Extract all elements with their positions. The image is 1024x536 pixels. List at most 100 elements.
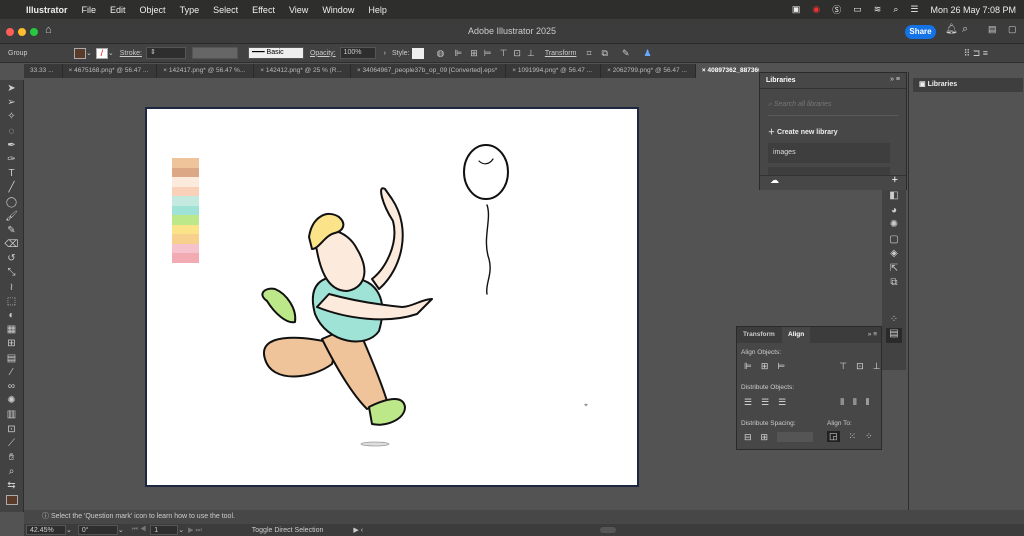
ellipse-tool-icon[interactable]: ◯ — [6, 196, 17, 210]
align-to-artboard-icon[interactable]: ⁘ — [865, 431, 873, 442]
panel-menu-icon[interactable]: » ≡ — [868, 331, 877, 338]
chevron-down-icon[interactable]: ⌄ — [178, 526, 184, 534]
panel-toggle-icon[interactable]: ▢ — [1008, 24, 1017, 35]
menu-type[interactable]: Type — [180, 5, 200, 15]
libraries-tab[interactable]: Libraries — [760, 73, 802, 89]
slice-tool-icon[interactable]: ⟋ — [8, 437, 15, 451]
notification-icon[interactable]: 🔔︎ — [945, 24, 958, 35]
export-panel-icon[interactable]: ⇱ — [890, 263, 898, 278]
character-illustration[interactable]: ⌖ — [147, 109, 637, 485]
horizontal-align-right-icon[interactable]: ⊨ — [777, 361, 785, 372]
record-icon[interactable]: ◉ — [812, 4, 820, 15]
tab-transform[interactable]: Transform — [737, 327, 781, 343]
document-tab[interactable]: 33.33 ... — [24, 64, 63, 78]
zoom-tool-icon[interactable]: ⌕ — [9, 465, 15, 479]
align-left-icon[interactable]: ⊫ — [454, 48, 462, 59]
menu-app[interactable]: Illustrator — [26, 5, 68, 15]
library-item[interactable] — [768, 167, 890, 175]
fill-swatch[interactable] — [74, 47, 86, 59]
chevron-down-icon[interactable]: ⌄ — [66, 526, 72, 534]
artboard-nav-next[interactable]: ▶ ⏭ — [188, 526, 202, 535]
distribute-vcenter-icon[interactable]: ☰ — [761, 397, 769, 408]
pen-tool-icon[interactable]: ✒ — [7, 139, 15, 153]
align-to-selection-icon[interactable]: ⁙ — [849, 431, 857, 442]
gradient-tool-icon[interactable]: ▤ — [7, 352, 16, 366]
s-app-icon[interactable]: Ⓢ — [832, 3, 841, 16]
rotate-tool-icon[interactable]: ↺ — [7, 252, 15, 266]
menu-edit[interactable]: Edit — [110, 5, 126, 15]
isolate-icon[interactable]: ⌗ — [586, 48, 591, 59]
align-panel-icon[interactable]: ▤ — [886, 328, 902, 343]
direct-selection-tool-icon[interactable]: ➢ — [7, 96, 15, 110]
libraries-dock-button[interactable]: ▣ Libraries — [913, 78, 1023, 92]
vertical-align-center-icon[interactable]: ⊡ — [856, 361, 864, 372]
arrange-icon[interactable]: ⧉ — [602, 48, 608, 59]
curvature-tool-icon[interactable]: ✑ — [7, 153, 15, 167]
library-item[interactable]: images — [768, 143, 890, 163]
menu-help[interactable]: Help — [368, 5, 387, 15]
transform-link[interactable]: Transform — [545, 50, 577, 57]
spacing-input[interactable] — [777, 432, 814, 442]
status-app-icon[interactable]: ▣ — [792, 4, 801, 15]
distribute-right-icon[interactable]: ⫴ — [866, 397, 870, 408]
variable-width-profile[interactable] — [191, 47, 238, 59]
chevron-down-icon[interactable]: ⌄ — [108, 49, 114, 57]
rotation-input[interactable]: 0° — [77, 525, 118, 535]
vertical-distribute-space-icon[interactable]: ⊟ — [744, 432, 752, 443]
brush-definition[interactable]: ━━━ Basic — [247, 47, 304, 59]
shaper-tool-icon[interactable]: ✎ — [7, 224, 15, 238]
align-center-icon[interactable]: ⊞ — [470, 48, 478, 59]
transform-panel-icon[interactable]: ⁘ — [890, 314, 898, 329]
mesh-tool-icon[interactable]: ⊞ — [7, 337, 15, 351]
artboard-nav-prev[interactable]: ⏮ ◀ — [132, 526, 147, 534]
scale-tool-icon[interactable]: ⤡ — [8, 266, 16, 280]
control-center-icon[interactable]: ☰ — [910, 4, 918, 15]
create-library-button[interactable]: ＋ Create new library — [768, 127, 838, 137]
horizontal-scrollbar[interactable] — [600, 527, 616, 533]
artboard[interactable]: ⌖ — [145, 107, 639, 487]
question-mark-icon[interactable]: ⓘ — [42, 513, 49, 520]
clock[interactable]: Mon 26 May 7:08 PM — [930, 5, 1016, 15]
document-tab[interactable]: × 142412.png* @ 25 % (R... — [254, 64, 351, 78]
brushes-panel-icon[interactable]: ◕ — [891, 205, 897, 220]
stroke-swatch[interactable]: / — [95, 47, 108, 59]
distribute-top-icon[interactable]: ☰ — [744, 397, 752, 408]
line-tool-icon[interactable]: ╱ — [8, 181, 14, 195]
opacity-input[interactable]: 100% — [339, 47, 376, 59]
spotlight-icon[interactable]: ⌕ — [893, 4, 898, 15]
graph-tool-icon[interactable]: ▥ — [7, 408, 16, 422]
document-tab-active[interactable]: × 40897362_887360 — [695, 64, 759, 78]
align-bottom-icon[interactable]: ⊥ — [527, 48, 535, 59]
layers-panel-icon[interactable]: ◈ — [890, 248, 898, 263]
hand-tool-icon[interactable]: ✋︎ — [9, 451, 15, 465]
symbols-panel-icon[interactable]: ✺ — [890, 219, 898, 234]
horizontal-align-left-icon[interactable]: ⊫ — [744, 361, 752, 372]
tab-align[interactable]: Align — [782, 327, 811, 343]
menu-effect[interactable]: Effect — [252, 5, 275, 15]
vertical-align-bottom-icon[interactable]: ⊥ — [873, 361, 881, 372]
menu-window[interactable]: Window — [322, 5, 354, 15]
document-tab[interactable]: × 142417.png* @ 56.47 %... — [157, 64, 255, 78]
document-tab[interactable]: × 2062799.png* @ 56.47 ... — [601, 64, 696, 78]
graphic-style-swatch[interactable] — [412, 47, 425, 59]
battery-icon[interactable]: ▭ — [853, 4, 862, 15]
add-icon[interactable]: + — [892, 174, 898, 186]
perspective-tool-icon[interactable]: ▦ — [7, 323, 16, 337]
paintbrush-tool-icon[interactable]: 🖌︎ — [5, 210, 18, 224]
menu-file[interactable]: File — [82, 5, 97, 15]
eraser-tool-icon[interactable]: ⌫ — [4, 238, 18, 252]
fill-stroke-icon[interactable] — [5, 495, 18, 506]
artboard-tool-icon[interactable]: ⊡ — [7, 423, 15, 437]
puppet-icon[interactable]: ♟ — [644, 48, 652, 59]
edit-icon[interactable]: ✎ — [622, 48, 630, 59]
share-button[interactable]: Share — [905, 25, 936, 39]
horizontal-distribute-space-icon[interactable]: ⊞ — [761, 432, 769, 443]
selection-tool-icon[interactable]: ➤ — [7, 82, 15, 96]
artboard-number-input[interactable]: 1 — [150, 525, 179, 535]
document-tab[interactable]: × 34064967_people37b_op_09 [Converted].e… — [351, 64, 507, 78]
eyedropper-tool-icon[interactable]: ⁄ — [11, 366, 13, 380]
artboards-panel-icon[interactable]: ⧉ — [890, 277, 897, 292]
panel-menu-icon[interactable]: » ≡ — [890, 76, 900, 83]
status-menu-icon[interactable]: ▶ ‹ — [353, 526, 363, 534]
vertical-align-top-icon[interactable]: ⊤ — [839, 361, 847, 372]
